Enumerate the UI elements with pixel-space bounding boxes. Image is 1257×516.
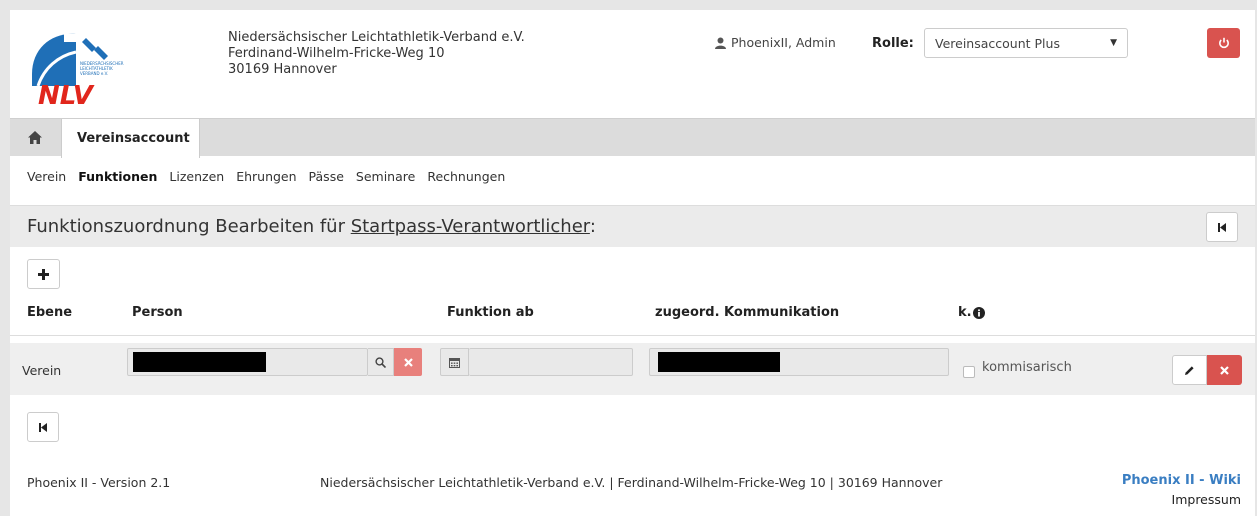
role-label: Rolle: [872,36,914,51]
back-to-start-button-top[interactable] [1206,212,1238,242]
role-select-value: Vereinsaccount Plus [935,35,1060,51]
org-city: 30169 Hannover [228,62,337,77]
org-address: Niedersächsischer Leichtathletik-Verband… [228,30,525,78]
subnav-item-ehrungen[interactable]: Ehrungen [236,169,296,184]
footer-impressum-link[interactable]: Impressum [1172,492,1241,507]
power-icon [1218,37,1229,49]
redacted-person [133,352,266,372]
subnav-item-paesse[interactable]: Pässe [309,169,344,184]
tab-bar: Vereinsaccount [10,118,1255,158]
org-street: Ferdinand-Wilhelm-Fricke-Weg 10 [228,46,445,61]
org-name: Niedersächsischer Leichtathletik-Verband… [228,30,525,45]
subnav-item-seminare[interactable]: Seminare [356,169,415,184]
svg-text:NLV: NLV [38,81,95,106]
tab-home[interactable] [10,119,60,156]
function-link[interactable]: Startpass-Verantwortlicher [351,216,590,237]
logout-button[interactable] [1207,28,1240,58]
kommisarisch-label: kommisarisch [982,360,1072,375]
page-title: Funktionszuordnung Bearbeiten für Startp… [27,216,596,237]
col-funktion-ab: Funktion ab [447,305,534,320]
close-icon [1220,365,1229,375]
close-icon [403,357,413,367]
step-backward-icon [39,422,47,432]
back-to-start-button-bottom[interactable] [27,412,59,442]
title-bar: Funktionszuordnung Bearbeiten für Startp… [10,205,1255,247]
subnav-item-funktionen[interactable]: Funktionen [78,169,157,184]
col-kommunikation: zugeord. Kommunikation [655,305,840,320]
step-backward-icon [1218,222,1226,232]
delete-button[interactable] [1207,355,1242,385]
col-person: Person [132,305,183,320]
person-clear-button[interactable] [394,348,422,376]
subnav-item-verein[interactable]: Verein [27,169,66,184]
page-title-suffix: : [589,216,596,237]
edit-button[interactable] [1172,355,1207,385]
info-icon[interactable] [972,306,985,319]
table-header: Ebene Person Funktion ab zugeord. Kommun… [10,298,1255,336]
footer-version: Phoenix II - Version 2.1 [27,475,171,490]
col-k: k. [958,305,985,320]
calendar-icon [449,357,460,368]
header: NIEDERSÄCHSISCHER LEICHTATHLETIK VERBAND… [10,10,1255,118]
person-search-button[interactable] [368,348,394,376]
current-user[interactable]: PhoenixII, Admin [715,35,836,50]
page: NIEDERSÄCHSISCHER LEICHTATHLETIK VERBAND… [10,10,1255,516]
add-button[interactable] [27,259,60,289]
svg-text:VERBAND e.V.: VERBAND e.V. [80,71,108,76]
col-k-label: k. [958,305,972,320]
role-select[interactable]: Vereinsaccount Plus ▼ [924,28,1128,58]
tab-vereinsaccount[interactable]: Vereinsaccount [61,119,200,158]
funktion-ab-input[interactable] [469,348,633,376]
user-name: PhoenixII, Admin [731,35,836,50]
subnav-item-lizenzen[interactable]: Lizenzen [169,169,224,184]
search-icon [375,356,386,368]
date-picker-button[interactable] [440,348,469,376]
subnav-item-rechnungen[interactable]: Rechnungen [427,169,505,184]
page-title-prefix: Funktionszuordnung Bearbeiten für [27,216,351,237]
col-ebene: Ebene [27,305,73,320]
cell-ebene: Verein [22,363,62,378]
chevron-down-icon: ▼ [1110,38,1117,48]
footer-wiki-link[interactable]: Phoenix II - Wiki [1122,473,1241,488]
home-icon [28,131,42,144]
kommisarisch-checkbox[interactable] [963,366,975,378]
user-icon [715,37,726,49]
pencil-icon [1185,365,1194,375]
redacted-kommunikation [658,352,780,372]
sub-navigation: Verein Funktionen Lizenzen Ehrungen Päss… [10,156,1255,196]
plus-icon [38,268,49,280]
nlv-logo[interactable]: NIEDERSÄCHSISCHER LEICHTATHLETIK VERBAND… [24,26,124,111]
footer-address: Niedersächsischer Leichtathletik-Verband… [320,475,943,490]
